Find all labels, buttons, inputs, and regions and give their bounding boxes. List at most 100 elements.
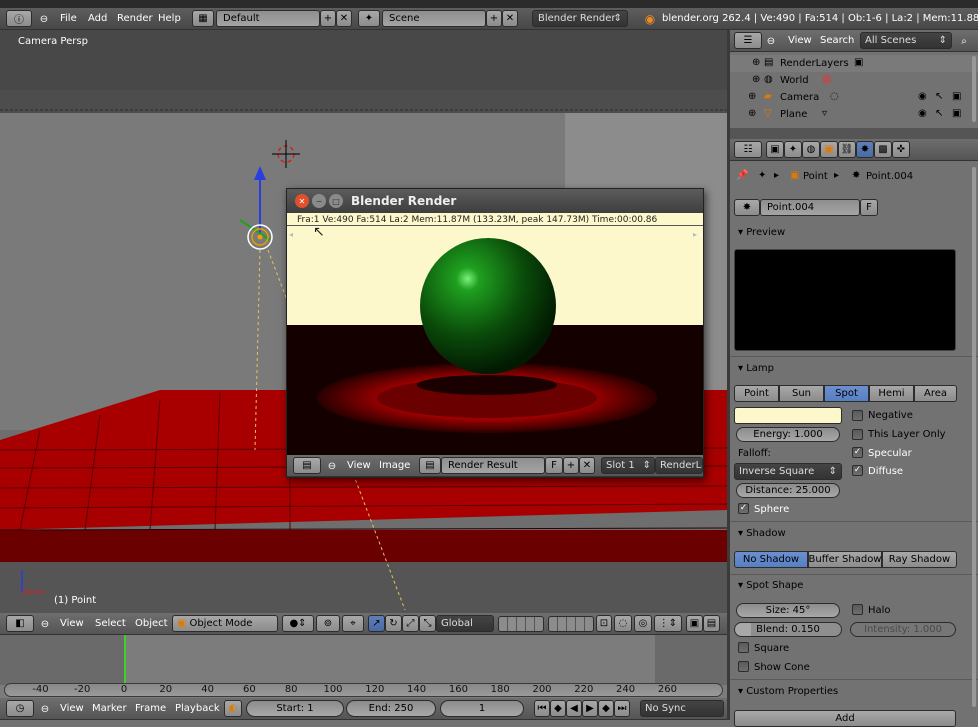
window-maximize-icon[interactable]: □ — [329, 194, 343, 208]
orientation-extra-button[interactable]: ⤡ — [419, 615, 436, 632]
shading-dropdown[interactable]: ●⇕ — [282, 615, 314, 632]
image-editor-type-button[interactable]: ▤ — [293, 457, 321, 474]
expand-icon[interactable]: ⊕ — [748, 91, 756, 102]
scene-add-button[interactable]: + — [486, 10, 502, 27]
spot-shape-panel-header[interactable]: ▾ Spot Shape — [738, 580, 803, 591]
layer-dropdown[interactable]: RenderLay — [655, 457, 703, 474]
render-anim-button[interactable]: ▤ — [703, 615, 720, 632]
tab-texture[interactable]: ▩ — [874, 141, 892, 158]
fake-user-button[interactable]: F — [860, 199, 878, 216]
manipulator-toggle[interactable]: ⌖ — [342, 615, 364, 632]
shadow-buffer-button[interactable]: Buffer Shadow — [808, 551, 882, 568]
add-property-button[interactable]: Add — [734, 710, 956, 727]
viewport-menu-select[interactable]: Select — [95, 618, 126, 629]
image-name-field[interactable]: Render Result — [441, 457, 545, 474]
snap-element-dropdown[interactable]: ⋮⇕ — [654, 615, 682, 632]
outliner-search-icon[interactable]: ⌕ — [956, 33, 972, 49]
tab-scene[interactable]: ✦ — [784, 141, 802, 158]
scene-icon-button[interactable]: ✦ — [358, 10, 380, 27]
sync-dropdown[interactable]: No Sync — [640, 700, 724, 717]
visibility-eye-icon[interactable]: ◉ — [918, 91, 927, 102]
layers-grid-1[interactable] — [498, 616, 544, 632]
preview-panel-header[interactable]: ▾ Preview — [738, 227, 785, 238]
tab-object[interactable]: ▣ — [820, 141, 838, 158]
lamp-type-sun[interactable]: Sun — [779, 385, 824, 402]
expand-icon[interactable]: ⊕ — [748, 108, 756, 119]
image-menu-view[interactable]: View — [347, 460, 371, 471]
expand-icon[interactable]: ⊕ — [752, 74, 760, 85]
snap-toggle[interactable]: ◌ — [614, 615, 632, 632]
rotate-manipulator-button[interactable]: ↻ — [385, 615, 402, 632]
shadow-ray-button[interactable]: Ray Shadow — [882, 551, 957, 568]
render-still-button[interactable]: ▣ — [686, 615, 703, 632]
viewport-collapse-icon[interactable]: ⊖ — [40, 616, 50, 632]
editor-type-button[interactable]: ⓘ — [6, 10, 32, 27]
outliner-menu-search[interactable]: Search — [820, 35, 854, 46]
menu-add[interactable]: Add — [88, 13, 107, 24]
layer-lock-button[interactable]: ⊡ — [596, 615, 612, 632]
lamp-panel-header[interactable]: ▾ Lamp — [738, 363, 774, 374]
pivot-dropdown[interactable]: ⊚ — [316, 615, 340, 632]
render-window-titlebar[interactable]: ✕ − □ Blender Render — [287, 189, 703, 213]
image-unlink-button[interactable]: ✕ — [579, 457, 595, 474]
renderable-icon[interactable]: ▣ — [952, 108, 961, 119]
layout-delete-button[interactable]: ✕ — [336, 10, 352, 27]
horizontal-splitter[interactable] — [730, 128, 978, 139]
timeline-collapse-icon[interactable]: ⊖ — [40, 701, 50, 717]
engine-dropdown[interactable]: Blender Render ⇕ — [532, 10, 628, 27]
jump-key-back-button[interactable]: ◆ — [550, 700, 566, 717]
tab-render[interactable]: ▣ — [766, 141, 784, 158]
distance-field[interactable]: Distance: 25.000 — [736, 483, 840, 498]
image-fake-user-button[interactable]: F — [545, 457, 563, 474]
lamp-type-area[interactable]: Area — [914, 385, 957, 402]
proportional-toggle[interactable]: ◎ — [634, 615, 652, 632]
slot-dropdown[interactable]: Slot 1 ⇕ — [601, 457, 655, 474]
viewport-menu-view[interactable]: View — [60, 618, 84, 629]
shadow-panel-header[interactable]: ▾ Shadow — [738, 528, 786, 539]
pin-icon[interactable]: 📌 — [736, 170, 748, 181]
jump-end-button[interactable]: ⏭ — [614, 700, 630, 717]
lamp-type-point[interactable]: Point — [734, 385, 779, 402]
selectable-cursor-icon[interactable]: ↖ — [935, 91, 943, 102]
translate-manipulator-button[interactable]: ↗ — [368, 615, 385, 632]
visibility-eye-icon[interactable]: ◉ — [918, 108, 927, 119]
menu-help[interactable]: Help — [158, 13, 181, 24]
image-menu-image[interactable]: Image — [379, 460, 410, 471]
outliner-scrollbar[interactable] — [972, 56, 976, 122]
show-cone-checkbox[interactable] — [738, 661, 749, 672]
timeline-area[interactable]: -40 -20 0 20 40 60 80 100 120 140 160 180 200 220 240 2… — [0, 635, 727, 698]
image-new-button[interactable]: + — [563, 457, 579, 474]
outliner-row[interactable]: ⊕ ◍ World ▩ — [730, 72, 978, 89]
sphere-checkbox[interactable]: ✓ — [738, 503, 749, 514]
scale-manipulator-button[interactable]: ⤢ — [402, 615, 419, 632]
render-image-area[interactable]: Fra:1 Ve:490 Fa:514 La:2 Mem:11.87M (133… — [287, 213, 703, 455]
tab-physics[interactable]: ✜ — [892, 141, 910, 158]
lamp-type-spot[interactable]: Spot — [824, 385, 869, 402]
scroll-right-icon[interactable]: ▸ — [693, 230, 697, 239]
selectable-cursor-icon[interactable]: ↖ — [935, 108, 943, 119]
end-frame-field[interactable]: End: 250 — [346, 700, 436, 717]
outliner-filter-dropdown[interactable]: All Scenes ⇕ — [860, 32, 952, 49]
image-browse-button[interactable]: ▤ — [419, 457, 441, 474]
timeline-editor-type-button[interactable]: ◷ — [6, 700, 34, 717]
renderable-icon[interactable]: ▣ — [952, 91, 961, 102]
scene-delete-button[interactable]: ✕ — [502, 10, 518, 27]
window-minimize-icon[interactable]: − — [312, 194, 326, 208]
outliner-collapse-icon[interactable]: ⊖ — [766, 33, 776, 49]
menu-file[interactable]: File — [60, 13, 77, 24]
diffuse-checkbox[interactable]: ✓ — [852, 465, 863, 476]
layers-grid-2[interactable] — [548, 616, 594, 632]
spot-blend-field[interactable]: Blend: 0.150 — [734, 622, 842, 637]
jump-start-button[interactable]: ⏮ — [534, 700, 550, 717]
this-layer-only-checkbox[interactable] — [852, 429, 863, 440]
energy-field[interactable]: Energy: 1.000 — [736, 427, 840, 442]
viewport-menu-object[interactable]: Object — [135, 618, 168, 629]
orientation-dropdown[interactable]: Global — [436, 615, 494, 632]
scene-field[interactable]: Scene — [382, 10, 486, 27]
properties-scrollbar[interactable] — [972, 167, 976, 707]
timeline-menu-view[interactable]: View — [60, 703, 84, 714]
tab-world[interactable]: ◍ — [802, 141, 820, 158]
properties-editor-type-button[interactable]: ☷ — [734, 141, 762, 158]
spot-size-field[interactable]: Size: 45° — [736, 603, 840, 618]
square-checkbox[interactable] — [738, 642, 749, 653]
